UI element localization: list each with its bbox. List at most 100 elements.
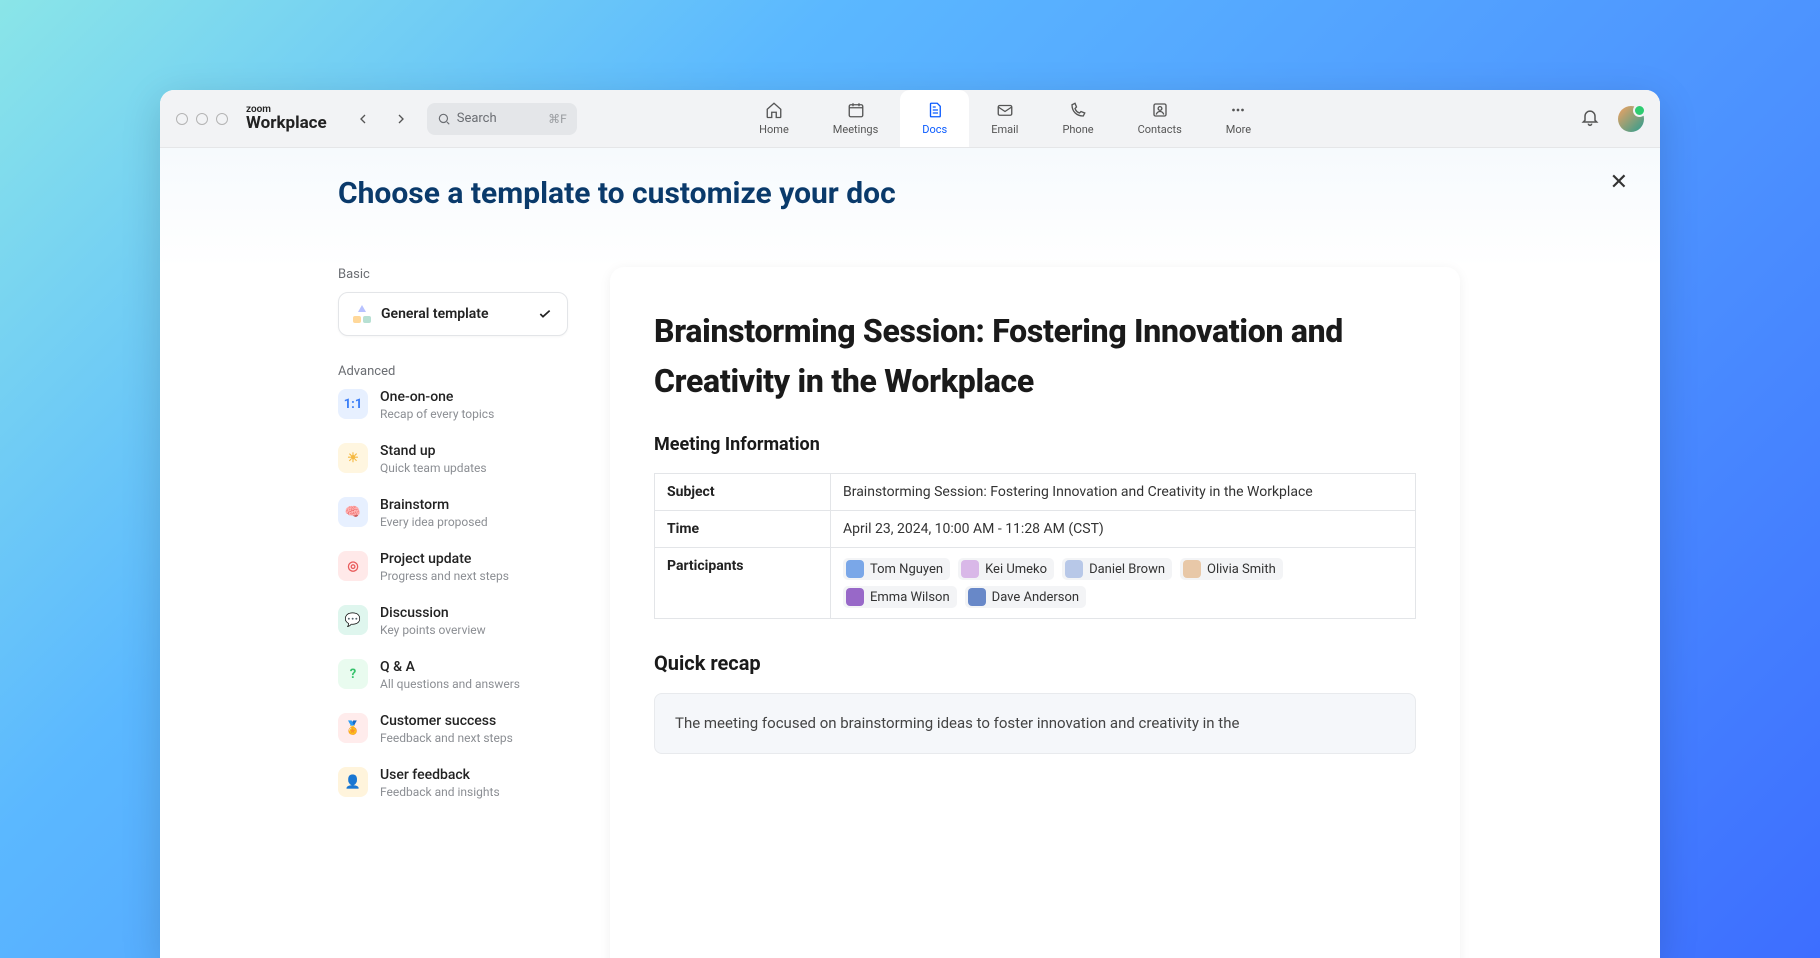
- template-item[interactable]: ☀ Stand up Quick team updates: [338, 443, 568, 475]
- template-subtitle: Key points overview: [380, 623, 486, 637]
- columns: Basic General template Advanced 1:1 One-o…: [338, 267, 1612, 958]
- participant-chip[interactable]: Kei Umeko: [958, 558, 1054, 580]
- template-title: Discussion: [380, 605, 486, 621]
- general-template-card[interactable]: General template: [338, 292, 568, 336]
- page-title: Choose a template to customize your doc: [338, 176, 1612, 211]
- template-title: Brainstorm: [380, 497, 488, 513]
- template-title: Q & A: [380, 659, 520, 675]
- table-row: Subject Brainstorming Session: Fostering…: [655, 474, 1416, 511]
- template-title: One-on-one: [380, 389, 494, 405]
- participants-cell: Tom Nguyen Kei Umeko Daniel Brown Olivia Sm…: [831, 548, 1416, 619]
- search-icon: [437, 112, 451, 126]
- template-sidebar: Basic General template Advanced 1:1 One-o…: [338, 267, 568, 958]
- template-list: 1:1 One-on-one Recap of every topics ☀ Stand…: [338, 389, 568, 799]
- template-subtitle: Feedback and insights: [380, 785, 500, 799]
- quick-recap-heading: Quick recap: [654, 651, 1416, 675]
- basic-label: Basic: [338, 267, 568, 282]
- template-title: Customer success: [380, 713, 513, 729]
- traffic-maximize[interactable]: [216, 113, 228, 125]
- template-subtitle: Every idea proposed: [380, 515, 488, 529]
- template-title: Stand up: [380, 443, 487, 459]
- participant-avatar: [968, 588, 986, 606]
- participant-name: Daniel Brown: [1089, 562, 1165, 577]
- nav-tabs: Home Meetings Docs Email Phone Contacts: [737, 90, 1273, 147]
- template-title: User feedback: [380, 767, 500, 783]
- participant-name: Kei Umeko: [985, 562, 1047, 577]
- brand-bottom: Workplace: [246, 115, 327, 132]
- titlebar: zoom Workplace Search ⌘F Home Meetings: [160, 90, 1660, 148]
- contacts-icon: [1150, 101, 1170, 119]
- template-item[interactable]: 🧠BrainstormEvery idea proposed: [338, 497, 568, 529]
- participant-chip[interactable]: Dave Anderson: [965, 586, 1086, 608]
- template-icon: 🏅: [338, 713, 368, 743]
- notifications-button[interactable]: [1580, 107, 1600, 131]
- tab-contacts[interactable]: Contacts: [1116, 90, 1204, 147]
- template-subtitle: Feedback and next steps: [380, 731, 513, 745]
- template-icon: 1:1: [338, 389, 368, 419]
- subject-value: Brainstorming Session: Fostering Innovat…: [831, 474, 1416, 511]
- calendar-icon: [846, 101, 866, 119]
- meeting-info-heading: Meeting Information: [654, 434, 1416, 455]
- participant-name: Olivia Smith: [1207, 562, 1276, 577]
- participant-avatar: [1065, 560, 1083, 578]
- template-subtitle: Recap of every topics: [380, 407, 494, 421]
- participants-label: Participants: [655, 548, 831, 619]
- traffic-minimize[interactable]: [196, 113, 208, 125]
- template-item[interactable]: 🏅 Customer success Feedback and next steps: [338, 713, 568, 745]
- advanced-label: Advanced: [338, 364, 568, 379]
- participant-chip[interactable]: Tom Nguyen: [843, 558, 950, 580]
- template-title: Project update: [380, 551, 509, 567]
- participant-avatar: [846, 588, 864, 606]
- traffic-close[interactable]: [176, 113, 188, 125]
- brand-logo: zoom Workplace: [246, 105, 327, 132]
- template-icon: 👤: [338, 767, 368, 797]
- more-icon: [1228, 101, 1248, 119]
- template-icon: 💬: [338, 605, 368, 635]
- template-subtitle: All questions and answers: [380, 677, 520, 691]
- time-value: April 23, 2024, 10:00 AM - 11:28 AM (CST…: [831, 511, 1416, 548]
- tab-docs[interactable]: Docs: [900, 90, 969, 147]
- participant-chip[interactable]: Daniel Brown: [1062, 558, 1172, 580]
- recap-text: The meeting focused on brainstorming ide…: [675, 714, 1239, 732]
- participant-avatar: [1183, 560, 1201, 578]
- docs-icon: [925, 101, 945, 119]
- back-button[interactable]: [351, 107, 375, 131]
- template-item[interactable]: 👤 User feedback Feedback and insights: [338, 767, 568, 799]
- participant-name: Emma Wilson: [870, 590, 950, 605]
- template-icon: ◎: [338, 551, 368, 581]
- template-icon: ☀: [338, 443, 368, 473]
- content-area: ✕ Choose a template to customize your do…: [160, 148, 1660, 958]
- table-row: Participants Tom Nguyen Kei Umeko Daniel B…: [655, 548, 1416, 619]
- bell-icon: [1580, 107, 1600, 127]
- forward-button[interactable]: [389, 107, 413, 131]
- template-item[interactable]: ◎ Project update Progress and next steps: [338, 551, 568, 583]
- recap-box: The meeting focused on brainstorming ide…: [654, 693, 1416, 754]
- participant-avatar: [961, 560, 979, 578]
- tab-home[interactable]: Home: [737, 90, 811, 147]
- template-subtitle: Progress and next steps: [380, 569, 509, 583]
- template-icon: ?: [338, 659, 368, 689]
- participant-avatar: [846, 560, 864, 578]
- template-item[interactable]: ? Q & A All questions and answers: [338, 659, 568, 691]
- time-label: Time: [655, 511, 831, 548]
- template-item[interactable]: 1:1 One-on-one Recap of every topics: [338, 389, 568, 421]
- participant-name: Dave Anderson: [992, 590, 1079, 605]
- search-shortcut: ⌘F: [548, 112, 567, 126]
- tab-more[interactable]: More: [1204, 90, 1273, 147]
- tab-email[interactable]: Email: [969, 90, 1040, 147]
- template-item[interactable]: 💬 Discussion Key points overview: [338, 605, 568, 637]
- phone-icon: [1068, 101, 1088, 119]
- search-placeholder: Search: [457, 111, 497, 126]
- participant-chip[interactable]: Emma Wilson: [843, 586, 957, 608]
- tab-phone[interactable]: Phone: [1040, 90, 1115, 147]
- close-button[interactable]: ✕: [1610, 170, 1628, 195]
- app-window: zoom Workplace Search ⌘F Home Meetings: [160, 90, 1660, 958]
- search-input[interactable]: Search ⌘F: [427, 103, 577, 135]
- tab-meetings[interactable]: Meetings: [811, 90, 900, 147]
- template-subtitle: Quick team updates: [380, 461, 487, 475]
- user-avatar[interactable]: [1618, 106, 1644, 132]
- titlebar-right: [1580, 106, 1644, 132]
- window-controls: [176, 113, 228, 125]
- meeting-info-table: Subject Brainstorming Session: Fostering…: [654, 473, 1416, 619]
- participant-chip[interactable]: Olivia Smith: [1180, 558, 1283, 580]
